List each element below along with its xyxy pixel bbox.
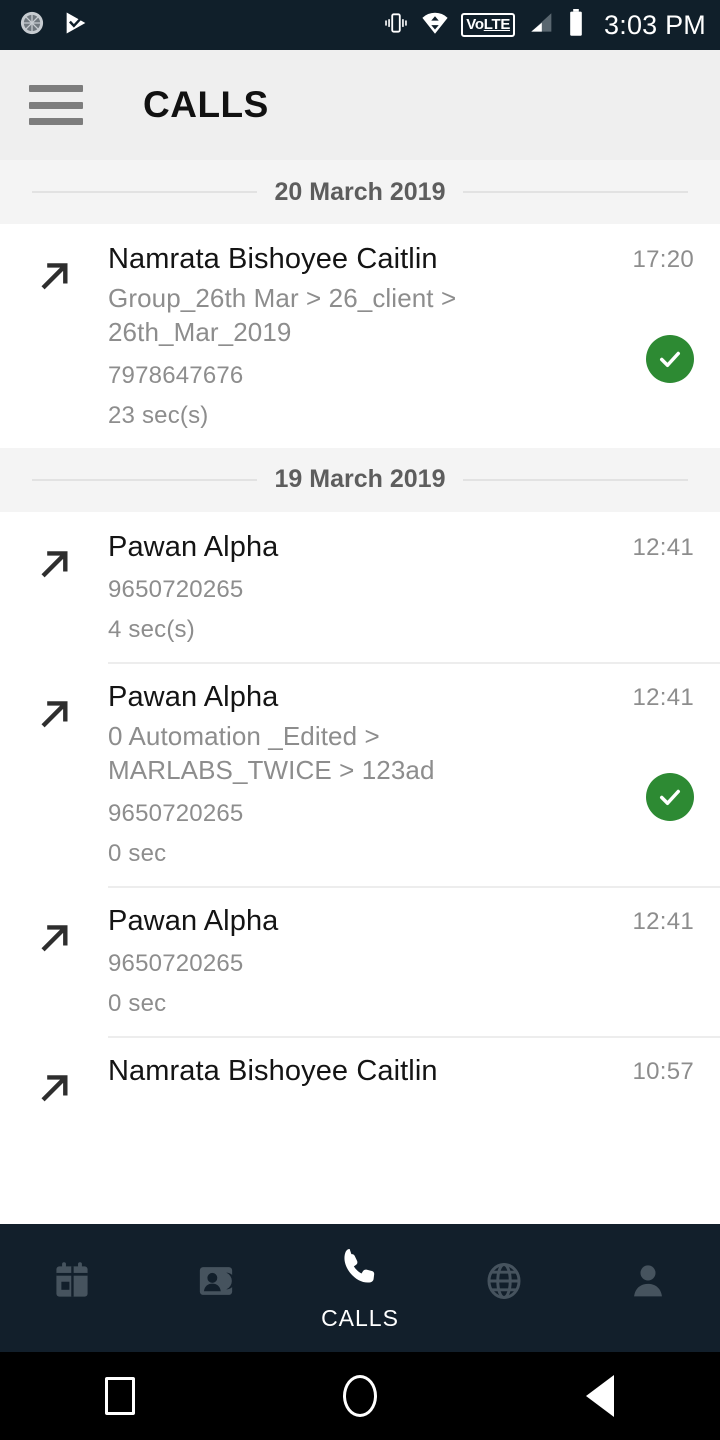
home-button[interactable] [240,1375,480,1417]
call-status-badge [646,772,694,821]
call-group-path: Group_26th Mar > 26_client > 26th_Mar_20… [108,283,457,348]
volte-badge: VoLTE [461,13,516,37]
call-time: 10:57 [632,1058,694,1086]
call-row-body: Pawan Alpha 9650720265 4 sec(s) [108,530,574,644]
nav-item-profile[interactable] [576,1224,720,1352]
contacts-icon [194,1259,238,1308]
call-row-body: Namrata Bishoyee Caitlin Group_26th Mar … [108,242,574,430]
phone-number: 7978647676 [108,361,244,389]
phone-icon [337,1244,383,1295]
phone-number: 9650720265 [108,799,244,827]
call-log-row[interactable]: Pawan Alpha 9650720265 4 sec(s) 12:41 [0,511,720,663]
contact-name: Pawan Alpha [108,681,279,714]
battery-icon [566,8,586,42]
call-row-meta: 10:57 [574,1054,694,1110]
call-row-body: Namrata Bishoyee Caitlin [108,1054,574,1110]
call-duration: 4 sec(s) [108,616,195,644]
hamburger-line-3 [29,118,83,125]
hamburger-line-1 [29,85,83,92]
recents-button[interactable] [0,1377,240,1415]
call-duration: 0 sec [108,990,167,1018]
bottom-navigation-bar: CALLS [0,1224,720,1352]
hamburger-menu-icon[interactable] [29,85,83,125]
call-time: 17:20 [632,246,694,273]
date-rule-left [32,191,257,193]
date-section-header: 19 March 2019 [0,447,720,512]
call-row-body: Pawan Alpha 0 Automation _Edited > MARLA… [108,680,574,868]
call-row-meta: 12:41 [574,530,694,644]
contact-name: Namrata Bishoyee Caitlin [108,243,438,275]
nav-item-calls[interactable]: CALLS [288,1224,432,1352]
volte-label-vo: Vo [466,16,484,33]
outgoing-call-arrow-icon [0,680,108,868]
nav-item-calendar[interactable] [0,1224,144,1352]
call-row-meta: 17:20 [574,242,694,430]
call-row-body: Pawan Alpha 9650720265 0 sec [108,904,574,1018]
check-circle-icon [646,334,694,383]
date-rule-right [463,191,689,193]
signal-bars-icon [527,10,554,41]
date-rule-right [463,478,689,481]
call-row-meta: 12:41 [574,680,694,868]
system-navigation-bar [0,1352,720,1440]
call-time: 12:41 [632,907,694,935]
page-title: CALLS [143,84,269,125]
outgoing-call-arrow-icon [0,1054,108,1110]
back-button[interactable] [480,1375,720,1417]
recents-square-icon [105,1377,135,1415]
call-duration: 23 sec(s) [108,401,209,429]
nav-item-web[interactable] [432,1224,576,1352]
outgoing-call-arrow-icon [0,904,108,1018]
calendar-icon [50,1259,94,1308]
call-log-row[interactable]: Namrata Bishoyee Caitlin 10:57 [0,1036,720,1129]
call-time: 12:41 [632,533,694,561]
play-check-icon [62,9,90,42]
contact-name: Pawan Alpha [108,530,279,563]
phone-number: 9650720265 [108,576,244,604]
outgoing-call-arrow-icon [0,242,108,430]
vibrate-icon [383,10,409,41]
status-bar-clock: 3:03 PM [604,9,706,40]
call-log-row[interactable]: Pawan Alpha 0 Automation _Edited > MARLA… [0,662,720,886]
contact-name: Pawan Alpha [108,904,279,937]
call-log-list[interactable]: 20 March 2019 Namrata Bishoyee Caitlin G… [0,160,720,1224]
volte-label-lte: LTE [483,16,511,33]
call-row-meta: 12:41 [574,904,694,1018]
person-icon [626,1259,670,1308]
nav-item-contacts[interactable] [144,1224,288,1352]
date-section-header: 20 March 2019 [0,160,720,224]
phone-number: 9650720265 [108,950,244,978]
hamburger-line-2 [29,101,83,109]
call-group-path: 0 Automation _Edited > MARLABS_TWICE > 1… [108,721,435,786]
globe-icon [482,1259,526,1308]
call-time: 12:41 [632,684,694,712]
call-log-row[interactable]: Namrata Bishoyee Caitlin Group_26th Mar … [0,224,720,448]
status-bar: VoLTE 3:03 PM [0,0,720,50]
wifi-transfer-icon [421,10,449,41]
contact-name: Namrata Bishoyee Caitlin [108,1055,438,1088]
call-status-badge [646,334,694,383]
back-triangle-icon [586,1375,614,1417]
home-circle-icon [343,1375,377,1417]
call-log-row[interactable]: Pawan Alpha 9650720265 0 sec 12:41 [0,885,720,1037]
status-bar-system-icons: VoLTE 3:03 PM [383,8,706,42]
date-section-label: 19 March 2019 [274,465,446,494]
app-bar: CALLS [0,50,720,160]
date-rule-left [32,478,257,481]
outgoing-call-arrow-icon [0,530,108,644]
date-section-label: 20 March 2019 [274,177,446,206]
sync-circle-icon [18,9,46,42]
status-bar-notification-icons [18,9,90,42]
phone-screen: VoLTE 3:03 PM CALLS 20 March 2019 Namrat… [0,0,720,1440]
call-duration: 0 sec [108,839,167,867]
check-circle-icon [646,772,694,821]
nav-label-calls: CALLS [321,1305,399,1331]
